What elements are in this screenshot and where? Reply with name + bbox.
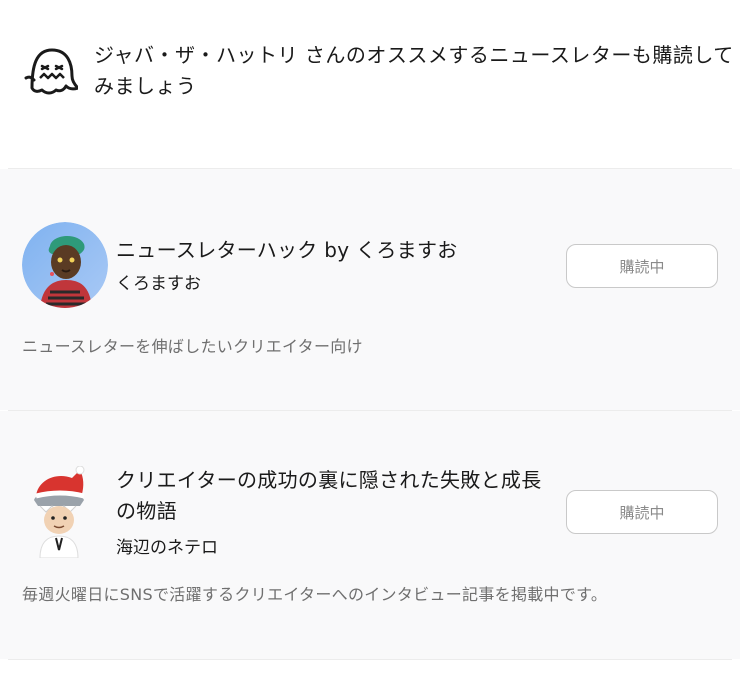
newsletter-description: ニュースレターを伸ばしたいクリエイター向け: [22, 337, 363, 356]
newsletter-card[interactable]: ニュースレターハック by くろますお くろますお 購読中 ニュースレターを伸ば…: [0, 169, 740, 410]
newsletter-title[interactable]: クリエイターの成功の裏に隠された失敗と成長の物語: [116, 465, 556, 527]
newsletter-card[interactable]: クリエイターの成功の裏に隠された失敗と成長の物語 海辺のネテロ 購読中 毎週火曜…: [0, 411, 740, 659]
newsletter-title[interactable]: ニュースレターハック by くろますお: [116, 235, 536, 266]
newsletter-author[interactable]: 海辺のネテロ: [116, 533, 218, 558]
recommendation-header: ジャバ・ザ・ハットリ さんのオススメするニュースレターも購読してみましょう: [0, 0, 740, 168]
list-footer-space: [0, 660, 740, 686]
author-avatar[interactable]: [22, 222, 108, 308]
subscribed-button[interactable]: 購読中: [566, 490, 718, 534]
subscribed-button[interactable]: 購読中: [566, 244, 718, 288]
ghost-icon: [22, 42, 80, 98]
recommendation-heading: ジャバ・ザ・ハットリ さんのオススメするニュースレターも購読してみましょう: [94, 43, 734, 98]
author-avatar[interactable]: [22, 465, 98, 559]
newsletter-author[interactable]: くろますお: [116, 269, 201, 294]
newsletter-description: 毎週火曜日にSNSで活躍するクリエイターへのインタビュー記事を掲載中です。: [22, 585, 608, 604]
